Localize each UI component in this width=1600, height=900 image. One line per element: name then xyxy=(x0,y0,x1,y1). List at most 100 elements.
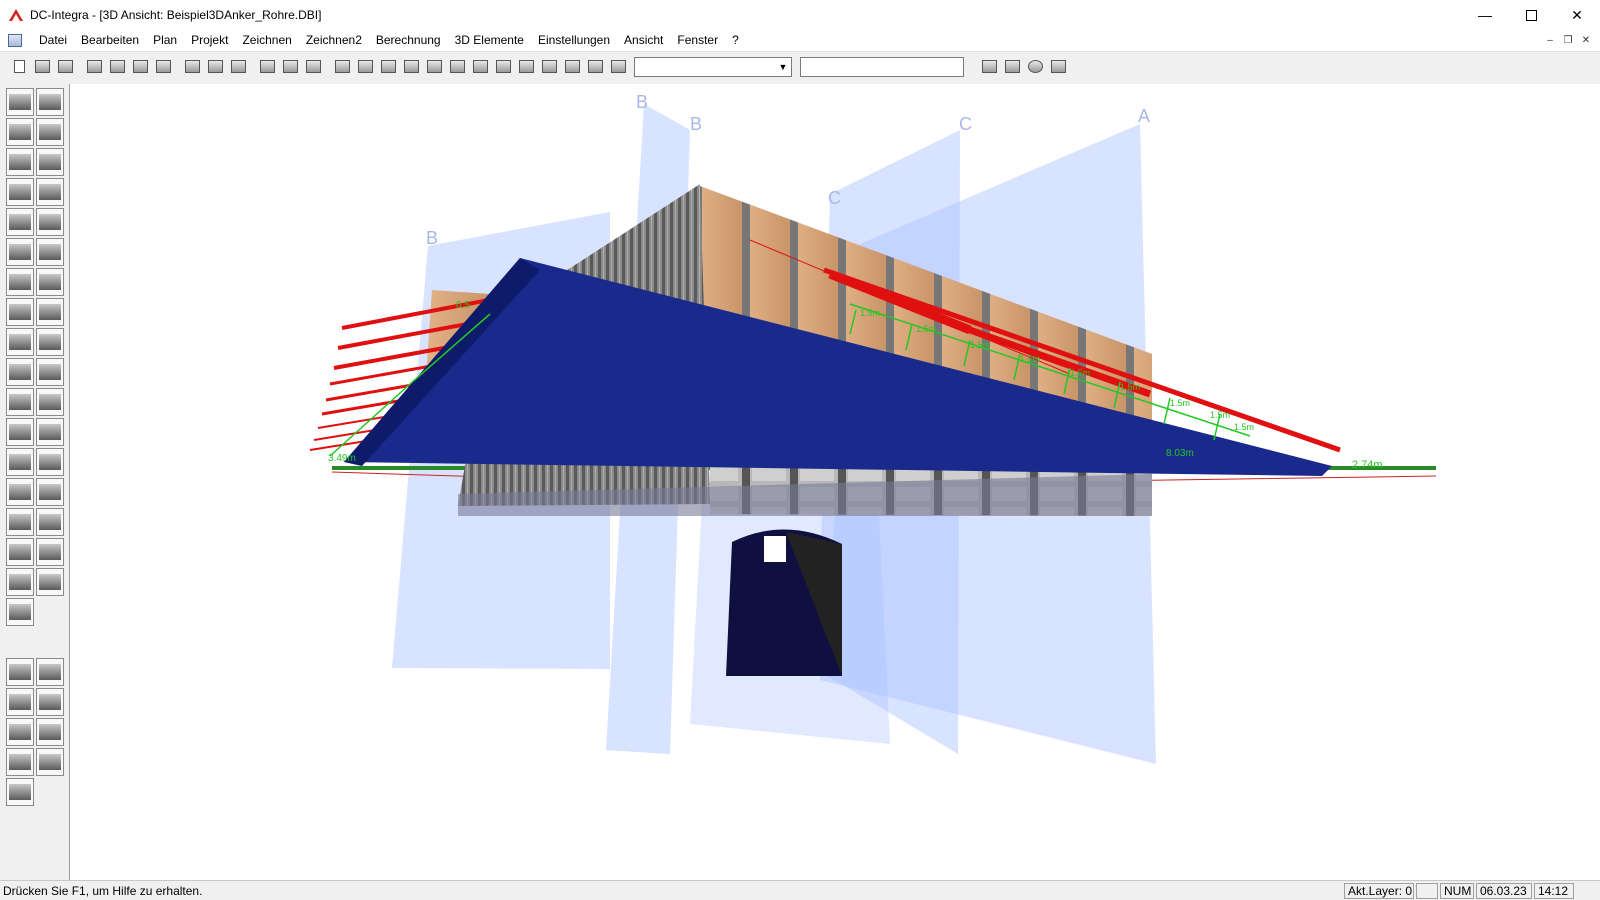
tool-button-1[interactable] xyxy=(83,56,105,78)
tool-button-14[interactable] xyxy=(400,56,422,78)
palette-tool-44[interactable] xyxy=(6,778,34,806)
tool-button-10[interactable] xyxy=(302,56,324,78)
palette-tool-4[interactable] xyxy=(36,118,64,146)
menu-einstellungen[interactable]: Einstellungen xyxy=(531,30,617,51)
menu-help[interactable]: ? xyxy=(725,30,746,51)
palette-tool-42[interactable] xyxy=(6,748,34,776)
tool-button-7[interactable] xyxy=(227,56,249,78)
minimize-button[interactable]: — xyxy=(1462,0,1508,30)
tool-button-20[interactable] xyxy=(538,56,560,78)
tool-button-8[interactable] xyxy=(256,56,278,78)
document-icon[interactable] xyxy=(8,34,22,47)
menu-bearbeiten[interactable]: Bearbeiten xyxy=(74,30,146,51)
palette-tool-16[interactable] xyxy=(36,298,64,326)
palette-tool-39[interactable] xyxy=(36,688,64,716)
tool-button-23[interactable] xyxy=(607,56,629,78)
palette-tool-32[interactable] xyxy=(36,538,64,566)
print-button[interactable] xyxy=(978,56,1000,78)
tool-button-11[interactable] xyxy=(331,56,353,78)
menu-zeichnen[interactable]: Zeichnen xyxy=(235,30,298,51)
tool-button-5[interactable] xyxy=(181,56,203,78)
save-file-button[interactable] xyxy=(54,56,76,78)
tool-button-3[interactable] xyxy=(129,56,151,78)
palette-tool-38[interactable] xyxy=(6,688,34,716)
tool-button-19[interactable] xyxy=(515,56,537,78)
menu-3d-elemente[interactable]: 3D Elemente xyxy=(448,30,531,51)
palette-tool-2[interactable] xyxy=(36,88,64,116)
mdi-close-button[interactable]: ✕ xyxy=(1578,32,1594,48)
menu-ansicht[interactable]: Ansicht xyxy=(617,30,670,51)
palette-tool-31[interactable] xyxy=(6,538,34,566)
palette-tool-35[interactable] xyxy=(6,598,34,626)
tool-button-2[interactable] xyxy=(106,56,128,78)
mdi-restore-button[interactable]: ❐ xyxy=(1560,32,1576,48)
palette-tool-3[interactable] xyxy=(6,118,34,146)
maximize-button[interactable] xyxy=(1508,0,1554,30)
tool-button-15[interactable] xyxy=(423,56,445,78)
palette-tool-19[interactable] xyxy=(6,358,34,386)
tool-button-6[interactable] xyxy=(204,56,226,78)
palette-tool-15[interactable] xyxy=(6,298,34,326)
help-button[interactable] xyxy=(1024,56,1046,78)
tool-button-17[interactable] xyxy=(469,56,491,78)
palette-tool-9[interactable] xyxy=(6,208,34,236)
palette-tool-13[interactable] xyxy=(6,268,34,296)
search-input[interactable] xyxy=(800,56,964,77)
layer-select[interactable]: ▼ xyxy=(634,56,792,77)
palette-tool-33[interactable] xyxy=(6,568,34,596)
palette-tool-21[interactable] xyxy=(6,388,34,416)
tool-button-13[interactable] xyxy=(377,56,399,78)
palette-tool-22[interactable] xyxy=(36,388,64,416)
palette-tool-18[interactable] xyxy=(36,328,64,356)
tool-button-12[interactable] xyxy=(354,56,376,78)
menu-projekt[interactable]: Projekt xyxy=(184,30,235,51)
tool-button-22[interactable] xyxy=(584,56,606,78)
print-preview-button[interactable] xyxy=(1001,56,1023,78)
palette-tool-1[interactable] xyxy=(6,88,34,116)
wall-tool-icon xyxy=(86,60,102,73)
palette-tool-14[interactable] xyxy=(36,268,64,296)
tool-button-9[interactable] xyxy=(279,56,301,78)
palette-tool-29[interactable] xyxy=(6,508,34,536)
tool-button-16[interactable] xyxy=(446,56,468,78)
excavation-icon xyxy=(39,334,61,350)
palette-tool-6[interactable] xyxy=(36,148,64,176)
new-file-button[interactable] xyxy=(8,56,30,78)
3d-viewport[interactable]: B B C C A B 3.49m 0.5 1.5m 1.5m 1.5m 1.5… xyxy=(70,84,1600,880)
palette-tool-27[interactable] xyxy=(6,478,34,506)
3d-scene[interactable]: B B C C A B 3.49m 0.5 1.5m 1.5m 1.5m 1.5… xyxy=(70,84,1600,880)
tool-button-21[interactable] xyxy=(561,56,583,78)
palette-tool-43[interactable] xyxy=(36,748,64,776)
open-file-button[interactable] xyxy=(31,56,53,78)
palette-tool-20[interactable] xyxy=(36,358,64,386)
menu-berechnung[interactable]: Berechnung xyxy=(369,30,448,51)
menu-datei[interactable]: Datei xyxy=(32,30,74,51)
palette-tool-23[interactable] xyxy=(6,418,34,446)
palette-tool-12[interactable] xyxy=(36,238,64,266)
menu-plan[interactable]: Plan xyxy=(146,30,184,51)
palette-tool-34[interactable] xyxy=(36,568,64,596)
palette-tool-7[interactable] xyxy=(6,178,34,206)
palette-tool-25[interactable] xyxy=(6,448,34,476)
menu-zeichnen2[interactable]: Zeichnen2 xyxy=(299,30,369,51)
palette-tool-36[interactable] xyxy=(6,658,34,686)
axis-label: A xyxy=(1138,106,1150,126)
tool-button-18[interactable] xyxy=(492,56,514,78)
tool-button-4[interactable] xyxy=(152,56,174,78)
mdi-minimize-button[interactable]: – xyxy=(1542,32,1558,48)
palette-tool-37[interactable] xyxy=(36,658,64,686)
close-button[interactable]: ✕ xyxy=(1554,0,1600,30)
palette-tool-40[interactable] xyxy=(6,718,34,746)
palette-tool-11[interactable] xyxy=(6,238,34,266)
palette-tool-8[interactable] xyxy=(36,178,64,206)
palette-tool-30[interactable] xyxy=(36,508,64,536)
palette-tool-10[interactable] xyxy=(36,208,64,236)
menu-fenster[interactable]: Fenster xyxy=(670,30,725,51)
context-help-button[interactable] xyxy=(1047,56,1069,78)
palette-tool-41[interactable] xyxy=(36,718,64,746)
palette-tool-24[interactable] xyxy=(36,418,64,446)
palette-tool-26[interactable] xyxy=(36,448,64,476)
palette-tool-17[interactable] xyxy=(6,328,34,356)
palette-tool-28[interactable] xyxy=(36,478,64,506)
palette-tool-5[interactable] xyxy=(6,148,34,176)
